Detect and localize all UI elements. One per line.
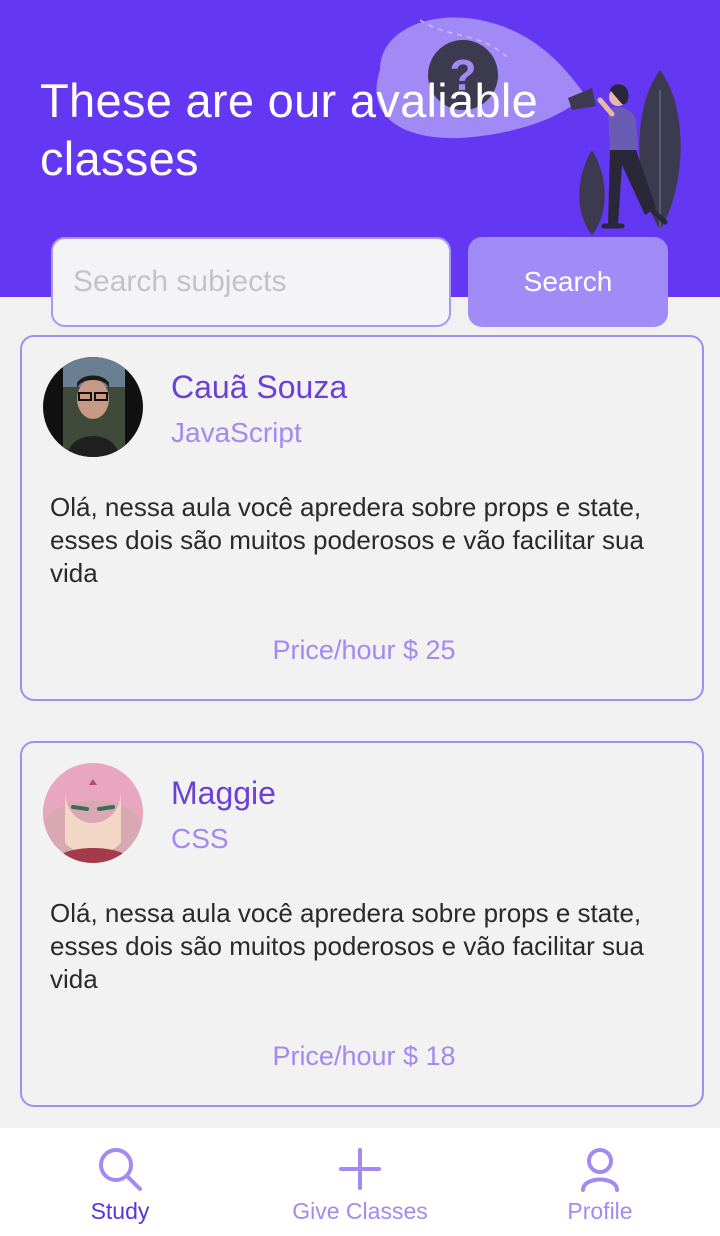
teacher-photo — [43, 357, 143, 457]
class-card[interactable]: Maggie CSS Olá, nessa aula você apredera… — [20, 741, 704, 1107]
nav-item-profile[interactable]: Profile — [480, 1128, 720, 1236]
avatar — [43, 357, 143, 457]
teacher-name: Cauã Souza — [171, 369, 348, 405]
teacher-subject: CSS — [171, 823, 229, 854]
classes-screen: ? These are our avaliable classes Search — [0, 0, 720, 1236]
avatar — [43, 763, 143, 863]
page-title: These are our avaliable classes — [40, 74, 539, 185]
teacher-photo — [43, 763, 143, 863]
nav-label-study: Study — [90, 1198, 150, 1224]
nav-label-give-classes: Give Classes — [292, 1198, 428, 1224]
nav-label-profile: Profile — [567, 1198, 633, 1224]
teacher-subject: JavaScript — [171, 417, 302, 448]
teacher-name: Maggie — [171, 775, 276, 811]
nav-item-give-classes[interactable]: Give Classes — [240, 1128, 480, 1236]
price-per-hour: Price/hour $ 25 — [272, 635, 456, 665]
price-per-hour: Price/hour $ 18 — [272, 1041, 456, 1071]
nav-item-study[interactable]: Study — [0, 1128, 240, 1236]
search-input[interactable] — [51, 237, 451, 327]
user-icon — [581, 1148, 619, 1192]
class-description: Olá, nessa aula você apredera sobre prop… — [50, 898, 644, 994]
search-button[interactable]: Search — [468, 237, 668, 327]
class-card[interactable]: Cauã Souza JavaScript Olá, nessa aula vo… — [20, 335, 704, 701]
class-description: Olá, nessa aula você apredera sobre prop… — [50, 492, 644, 588]
plus-icon — [339, 1148, 381, 1190]
search-icon — [99, 1148, 142, 1191]
bottom-navigation: Study Give Classes Profile — [0, 1128, 720, 1236]
